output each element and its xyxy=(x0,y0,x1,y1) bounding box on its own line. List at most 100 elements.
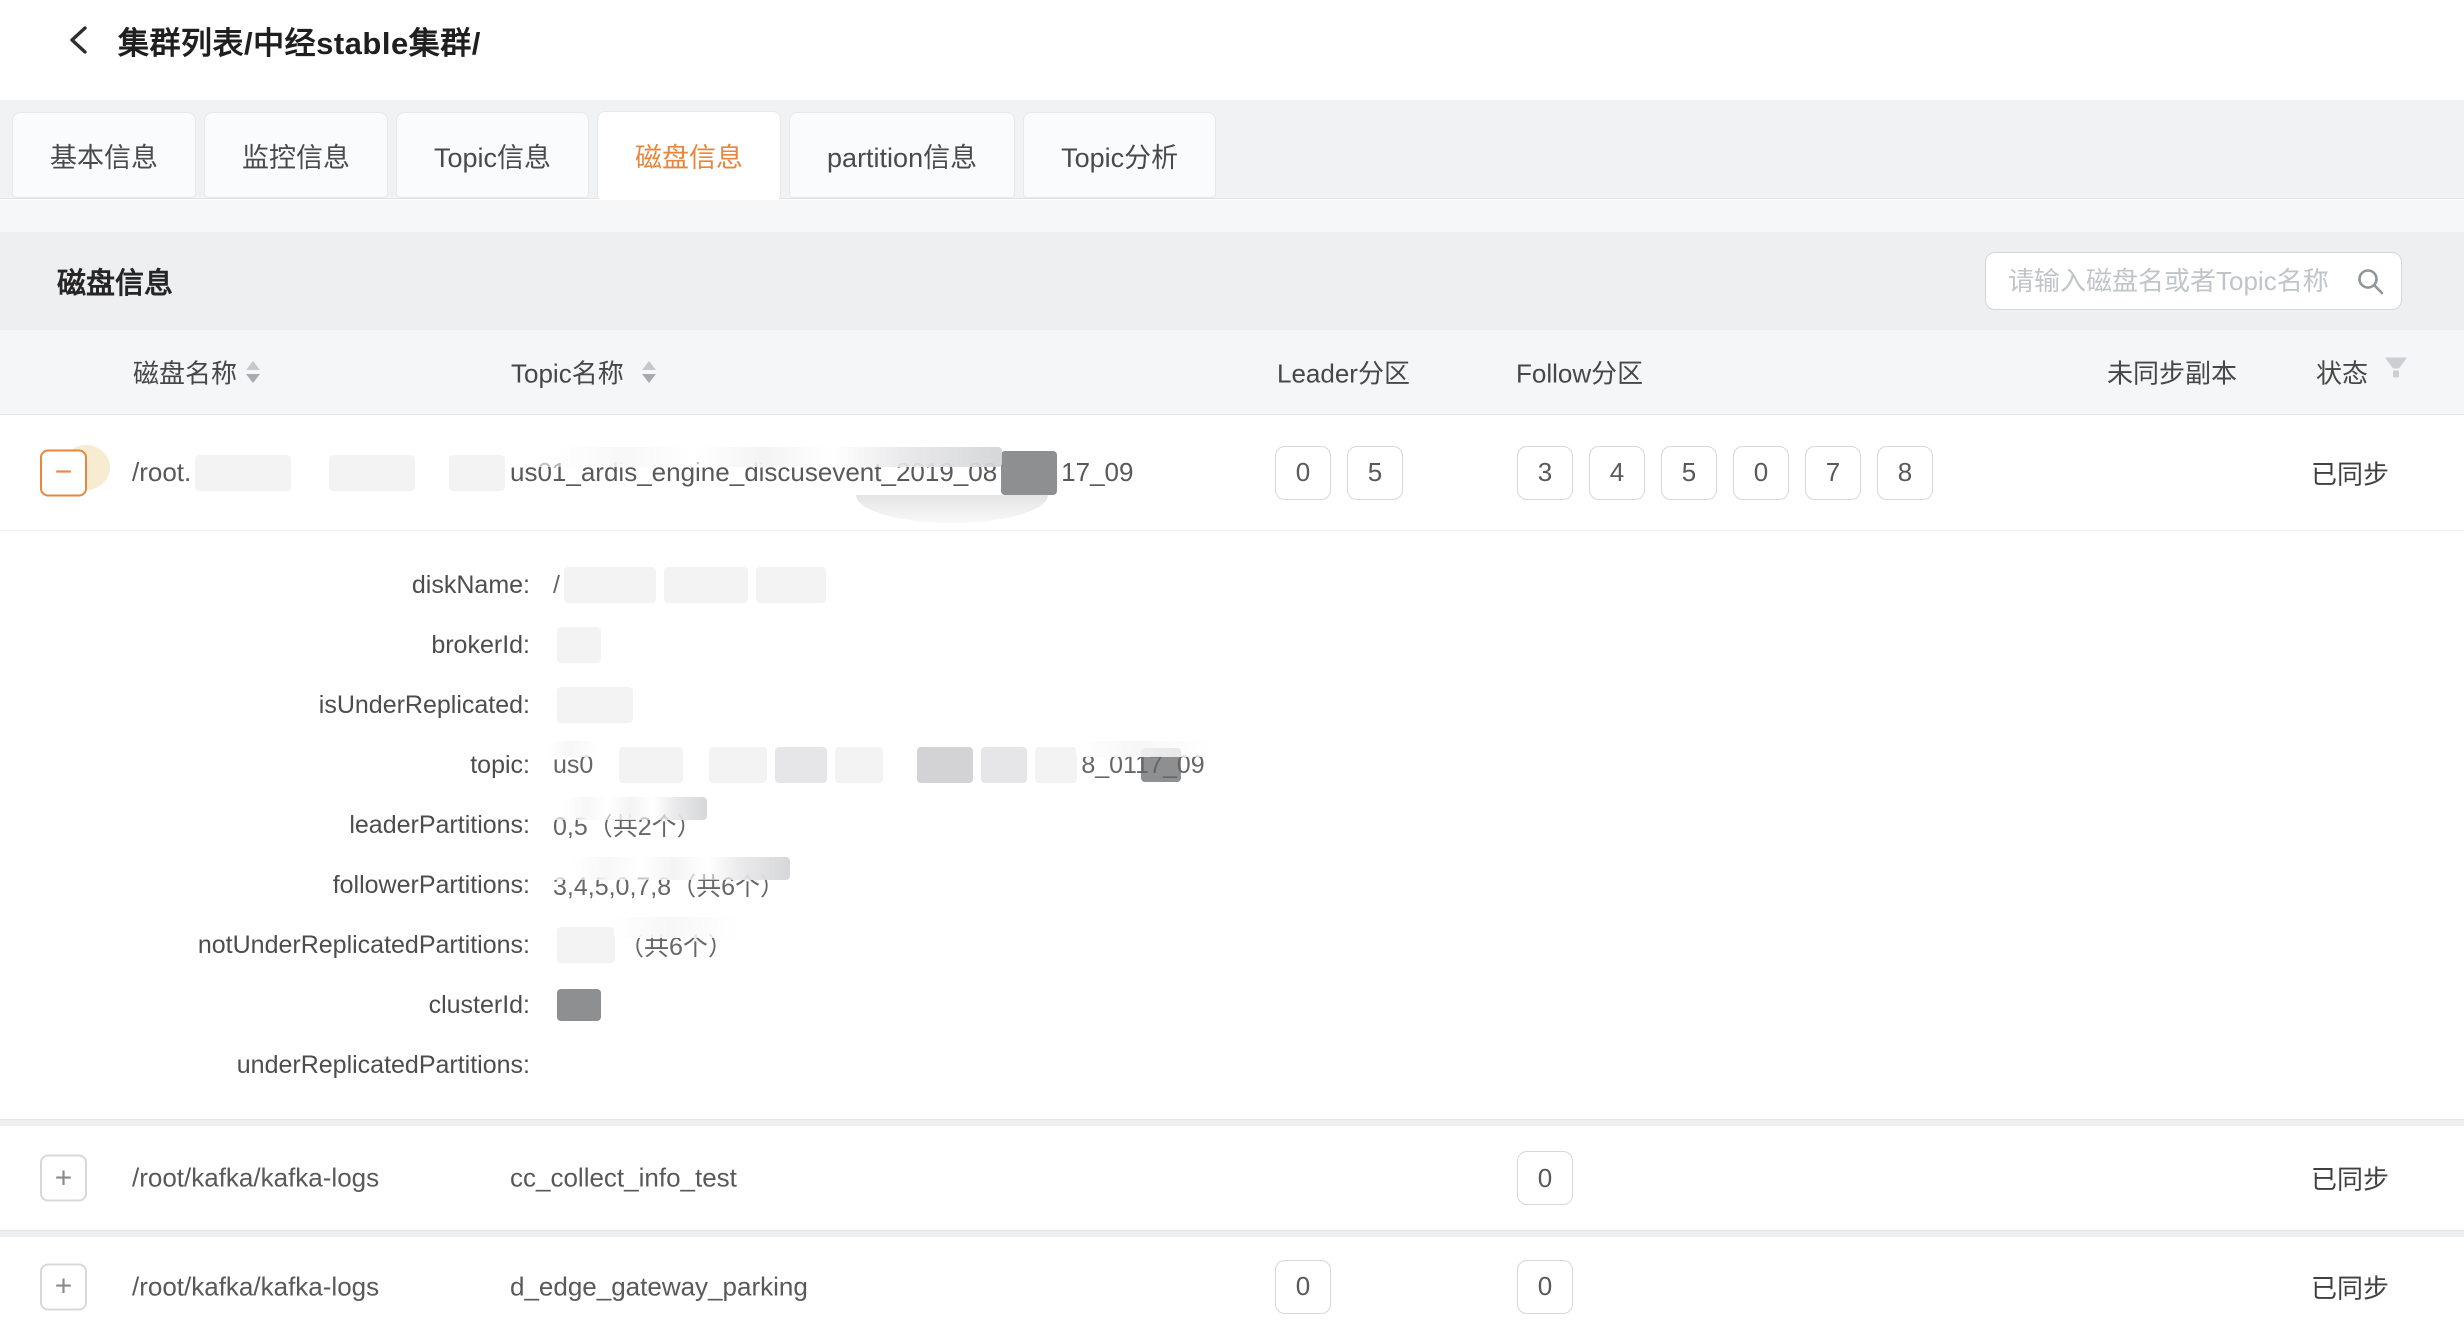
tab-bar: 基本信息 监控信息 Topic信息 磁盘信息 partition信息 Topic… xyxy=(0,100,2464,199)
status-badge: 已同步 xyxy=(2311,1160,2389,1197)
collapse-row-button[interactable]: − xyxy=(40,449,87,496)
back-button[interactable] xyxy=(58,20,102,64)
redaction-box xyxy=(564,567,656,603)
breadcrumb: 集群列表/中经stable集群/ xyxy=(118,18,481,63)
redaction-box-dark xyxy=(557,989,601,1021)
row-separator xyxy=(0,1119,2464,1126)
detail-row-diskname: diskName: / xyxy=(0,555,2464,615)
detail-label: brokerId: xyxy=(0,631,530,660)
follow-partition-badges: 0 xyxy=(1517,1151,1573,1205)
partition-badge: 0 xyxy=(1275,1260,1331,1314)
redaction-box xyxy=(981,747,1027,783)
partition-badge: 3 xyxy=(1517,446,1573,500)
redaction-box xyxy=(709,747,767,783)
sort-disk-control[interactable] xyxy=(246,361,260,383)
disk-name-cell: /root/kafka/kafka-logs xyxy=(132,1271,379,1302)
disk-name-cell: /root/kafka/kafka-logs xyxy=(132,1163,379,1194)
search-box xyxy=(1985,252,2402,310)
detail-row-notunderreplicated: notUnderReplicatedPartitions: （共6个） xyxy=(0,915,2464,975)
detail-value: us0 8_0117_09 xyxy=(553,747,1185,783)
status-badge: 已同步 xyxy=(2311,454,2389,491)
detail-label: diskName: xyxy=(0,571,530,600)
detail-row-underreplicated: underReplicatedPartitions: xyxy=(0,1035,2464,1095)
detail-value-fragment: 3,4,5,0,7,8（共6个） xyxy=(553,867,785,903)
detail-value-fragment: 8_0117_09 xyxy=(1081,751,1204,780)
leader-partition-badges: 0 5 xyxy=(1275,446,1403,500)
column-header-status: 状态 xyxy=(2316,354,2368,391)
detail-row-followerpartitions: followerPartitions: 3,4,5,0,7,8（共6个） xyxy=(0,855,2464,915)
row-separator xyxy=(0,1230,2464,1237)
tab-label: 监控信息 xyxy=(242,136,350,175)
sort-topic-control[interactable] xyxy=(642,361,656,383)
tab-label: partition信息 xyxy=(827,136,977,175)
partition-badge: 0 xyxy=(1275,446,1331,500)
status-filter-icon[interactable] xyxy=(2382,356,2410,389)
follow-partition-badges: 3 4 5 0 7 8 xyxy=(1517,446,1933,500)
tab-label: 磁盘信息 xyxy=(635,136,743,175)
redaction-box xyxy=(557,687,633,723)
tab-label: 基本信息 xyxy=(50,136,158,175)
page-header: 集群列表/中经stable集群/ xyxy=(0,0,2464,100)
tab-monitor-info[interactable]: 监控信息 xyxy=(204,112,388,198)
topic-name-cell: d_edge_gateway_parking xyxy=(510,1271,808,1302)
search-icon[interactable] xyxy=(2354,265,2386,297)
partition-badge: 5 xyxy=(1347,446,1403,500)
detail-label: topic: xyxy=(0,751,530,780)
back-arrow-icon xyxy=(63,23,97,62)
detail-label: leaderPartitions: xyxy=(0,811,530,840)
detail-label: isUnderReplicated: xyxy=(0,691,530,720)
redaction-box xyxy=(557,627,601,663)
expand-row-button[interactable]: + xyxy=(40,1263,87,1310)
status-badge: 已同步 xyxy=(2311,1268,2389,1305)
detail-value-fragment: 0,5（共2个） xyxy=(553,807,702,843)
redaction-box xyxy=(664,567,748,603)
detail-value: / xyxy=(553,567,830,603)
table-header: 磁盘名称 Topic名称 Leader分区 Follow分区 未同步副本 状态 xyxy=(0,330,2464,415)
caret-down-icon xyxy=(246,374,260,383)
detail-label: notUnderReplicatedPartitions: xyxy=(0,931,530,960)
tab-topic-info[interactable]: Topic信息 xyxy=(396,112,589,198)
detail-row-topic: topic: us0 8_0117_09 xyxy=(0,735,2464,795)
partition-badge: 4 xyxy=(1589,446,1645,500)
partition-badge: 7 xyxy=(1805,446,1861,500)
redaction-box xyxy=(557,927,615,963)
table-row: − /root. us01_ardis_engine_discusevent_2… xyxy=(0,415,2464,531)
expand-row-button[interactable]: + xyxy=(40,1155,87,1202)
detail-value xyxy=(553,687,637,723)
partition-badge: 0 xyxy=(1517,1260,1573,1314)
detail-value-fragment: / xyxy=(553,571,560,600)
detail-value-fragment: us0 xyxy=(553,751,593,780)
detail-row-clusterid: clusterId: xyxy=(0,975,2464,1035)
partition-badge: 5 xyxy=(1661,446,1717,500)
redaction-box xyxy=(775,747,827,783)
column-header-unsynced: 未同步副本 xyxy=(2107,354,2237,391)
detail-row-leaderpartitions: leaderPartitions: 0,5（共2个） xyxy=(0,795,2464,855)
detail-label: followerPartitions: xyxy=(0,871,530,900)
redaction-box xyxy=(756,567,826,603)
follow-partition-badges: 0 xyxy=(1517,1260,1573,1314)
section-title: 磁盘信息 xyxy=(57,260,173,302)
tab-basic-info[interactable]: 基本信息 xyxy=(12,112,196,198)
redaction-box xyxy=(1035,747,1077,783)
topic-name-fragment: 17_09 xyxy=(1061,457,1133,488)
detail-label: underReplicatedPartitions: xyxy=(0,1051,530,1080)
tab-disk-info[interactable]: 磁盘信息 xyxy=(597,111,781,199)
detail-row-isunderreplicated: isUnderReplicated: xyxy=(0,675,2464,735)
partition-badge: 0 xyxy=(1517,1151,1573,1205)
detail-value: （共6个） xyxy=(553,927,733,963)
plus-icon: + xyxy=(55,1163,73,1193)
column-header-disk: 磁盘名称 xyxy=(133,354,237,391)
search-input[interactable] xyxy=(1985,252,2402,310)
tab-topic-analysis[interactable]: Topic分析 xyxy=(1023,112,1216,198)
caret-up-icon xyxy=(642,361,656,370)
redaction-box-dark xyxy=(1001,451,1057,495)
disk-info-page: 集群列表/中经stable集群/ 基本信息 监控信息 Topic信息 磁盘信息 … xyxy=(0,0,2464,1334)
column-header-follow: Follow分区 xyxy=(1516,354,1643,391)
tab-partition-info[interactable]: partition信息 xyxy=(789,112,1015,198)
table-row: + /root/kafka/kafka-logs d_edge_gateway_… xyxy=(0,1237,2464,1334)
section-header: 磁盘信息 xyxy=(0,232,2464,330)
redaction-box xyxy=(619,747,683,783)
plus-icon: + xyxy=(55,1272,73,1302)
caret-up-icon xyxy=(246,361,260,370)
caret-down-icon xyxy=(642,374,656,383)
